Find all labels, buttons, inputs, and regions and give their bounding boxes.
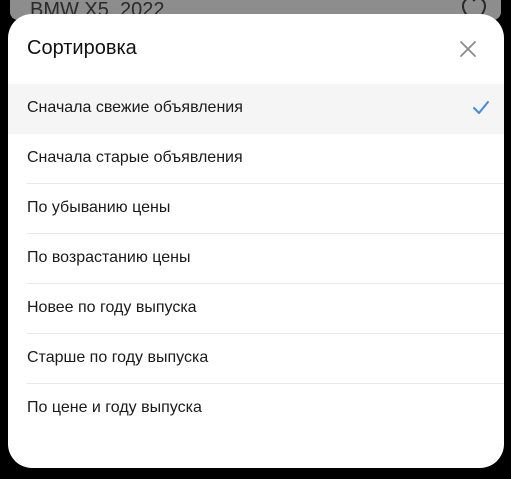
checkmark-icon [473,101,489,114]
sort-option-price-desc[interactable]: По убыванию цены [8,184,504,234]
sheet-header: Сортировка [8,14,504,84]
sheet-title: Сортировка [27,37,137,59]
sort-option-label: Сначала свежие объявления [27,99,243,116]
sort-option-year-newer[interactable]: Новее по году выпуска [8,284,504,334]
sort-option-newest[interactable]: Сначала свежие объявления [8,84,504,134]
sort-option-price-asc[interactable]: По возрастанию цены [8,234,504,284]
sort-option-label: Сначала старые объявления [27,149,243,166]
sort-option-year-older[interactable]: Старше по году выпуска [8,334,504,384]
sort-option-label: Новее по году выпуска [27,299,197,316]
sort-options-list: Сначала свежие объявления Сначала старые… [8,84,504,434]
background-listing-title: BMW X5, 2022 [30,0,165,14]
close-icon [460,41,476,57]
sort-option-oldest[interactable]: Сначала старые объявления [8,134,504,184]
sort-option-price-and-year[interactable]: По цене и году выпуска [8,384,504,434]
heart-icon [461,0,487,14]
sort-option-label: По возрастанию цены [27,249,191,266]
sort-option-label: Старше по году выпуска [27,349,209,366]
sort-option-label: По цене и году выпуска [27,399,202,416]
sort-bottom-sheet: Сортировка Сначала свежие объявления Сна… [8,14,504,468]
close-button[interactable] [456,37,480,61]
sort-option-label: По убыванию цены [27,199,171,216]
